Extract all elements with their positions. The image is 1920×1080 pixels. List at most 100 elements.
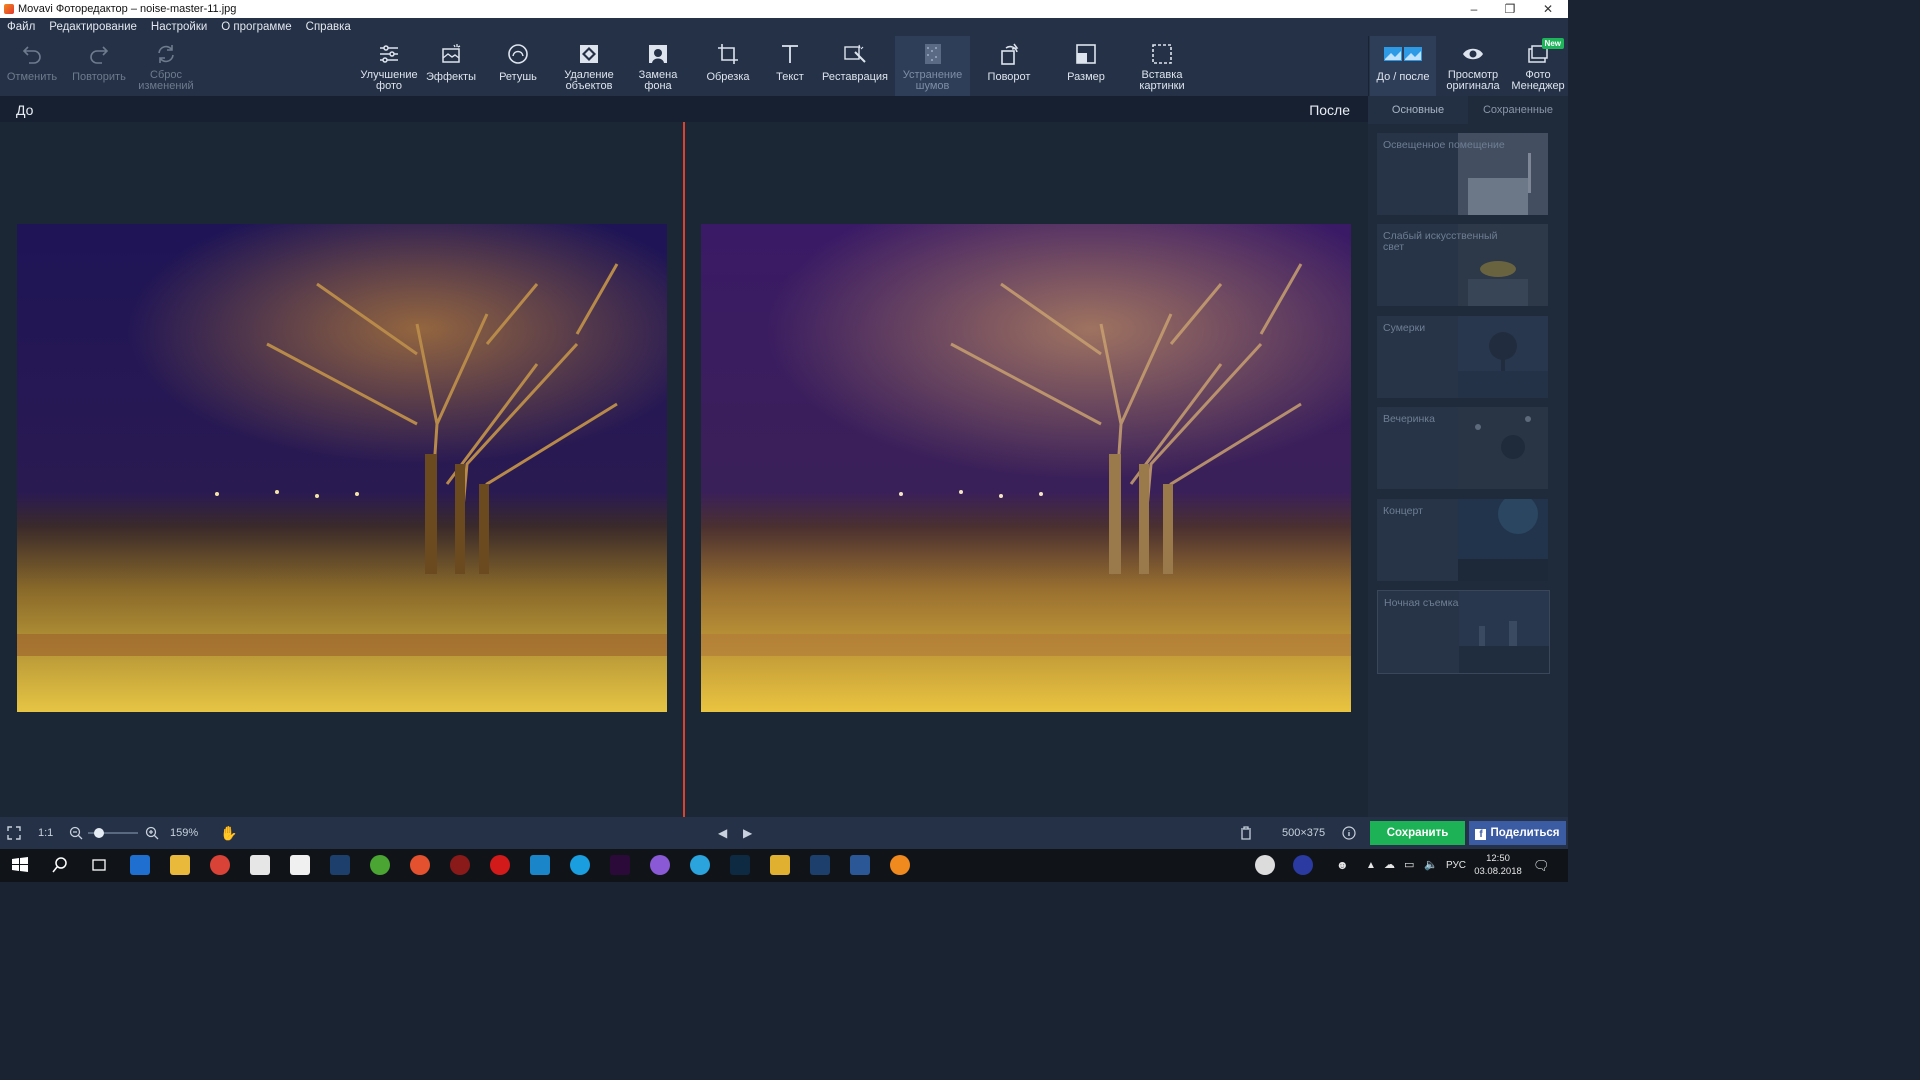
opera-icon[interactable]	[490, 855, 510, 875]
preset-weak-light[interactable]: Слабый искусственный свет	[1377, 224, 1548, 306]
people-icon[interactable]: ☻	[1336, 849, 1349, 882]
mail-icon[interactable]	[290, 855, 310, 875]
status-bar: 1:1 159% ✋ ◀ ▶ 500×375	[0, 817, 1568, 849]
preset-indoor[interactable]: Освещенное помещение	[1377, 133, 1548, 215]
tool-denoise[interactable]: Устранение шумов	[895, 36, 970, 96]
cloud-icon[interactable]: ☁	[1384, 849, 1395, 882]
preset-label: Слабый искусственный свет	[1383, 230, 1498, 253]
movavi-icon[interactable]	[890, 855, 910, 875]
edge-icon[interactable]	[130, 855, 150, 875]
tool-text[interactable]: Текст	[764, 36, 816, 96]
zoom-out-icon[interactable]	[69, 826, 83, 840]
text-icon	[782, 45, 798, 63]
zoom-in-icon[interactable]	[145, 826, 159, 840]
window-title: Movavi Фоторедактор – noise-master-11.jp…	[18, 3, 237, 15]
word-icon[interactable]	[850, 855, 870, 875]
steam-icon[interactable]	[810, 855, 830, 875]
tray-app-icon[interactable]	[1293, 855, 1313, 875]
preset-twilight[interactable]: Сумерки	[1377, 316, 1548, 398]
preset-concert[interactable]: Концерт	[1377, 499, 1548, 581]
clock-time: 12:50	[1486, 853, 1510, 864]
menu-about[interactable]: О программе	[214, 21, 298, 33]
language-indicator[interactable]: РУС	[1446, 849, 1466, 882]
tab-basic[interactable]: Основные	[1368, 96, 1468, 124]
maps-icon[interactable]	[650, 855, 670, 875]
close-button[interactable]: ✕	[1530, 0, 1566, 18]
tray-app-icon[interactable]	[1255, 855, 1275, 875]
notifications-icon[interactable]: 🗨	[1533, 849, 1550, 882]
share-button[interactable]: f Поделиться	[1469, 821, 1566, 845]
tool-effects[interactable]: Эффекты	[422, 36, 480, 96]
after-photo	[701, 224, 1351, 712]
menu-edit[interactable]: Редактирование	[42, 21, 144, 33]
tool-restoration[interactable]: Реставрация	[818, 36, 892, 96]
zoom-slider-handle[interactable]	[94, 828, 104, 838]
telegram-icon[interactable]	[690, 855, 710, 875]
photoshop-icon[interactable]	[730, 855, 750, 875]
tab-saved[interactable]: Сохраненные	[1468, 96, 1568, 124]
skype-icon[interactable]	[570, 855, 590, 875]
utorrent-icon[interactable]	[370, 855, 390, 875]
editor-canvas[interactable]	[0, 122, 1368, 817]
after-label: После	[1309, 102, 1350, 118]
preset-night-shot[interactable]: Ночная съемка	[1377, 590, 1550, 674]
before-after-button[interactable]: До / после	[1370, 36, 1436, 96]
view-original-button[interactable]: Просмотр оригинала	[1440, 36, 1506, 96]
tool-crop[interactable]: Обрезка	[698, 36, 758, 96]
chrome-icon[interactable]	[210, 855, 230, 875]
preset-label: Освещенное помещение	[1383, 139, 1505, 151]
presets-panel: Основные Сохраненные Освещенное помещени…	[1368, 96, 1568, 817]
next-image-icon[interactable]: ▶	[743, 817, 752, 849]
hand-tool-icon[interactable]: ✋	[220, 817, 237, 849]
maximize-button[interactable]: ❐	[1492, 0, 1528, 18]
tool-resize[interactable]: Размер	[1058, 36, 1114, 96]
tool-object-removal[interactable]: Удаление объектов	[556, 36, 622, 96]
steam-icon[interactable]	[330, 855, 350, 875]
preset-party[interactable]: Вечеринка	[1377, 407, 1548, 489]
tool-insert-image[interactable]: Вставка картинки	[1128, 36, 1196, 96]
menu-settings[interactable]: Настройки	[144, 21, 214, 33]
file-explorer-icon[interactable]	[170, 855, 190, 875]
before-label: До	[16, 102, 34, 118]
info-icon[interactable]	[1342, 826, 1356, 840]
undo-button[interactable]: Отменить	[2, 36, 62, 96]
menu-help[interactable]: Справка	[299, 21, 358, 33]
rotate-icon	[1001, 43, 1019, 65]
panel-tabs: Основные Сохраненные	[1368, 96, 1568, 124]
face-icon	[508, 44, 528, 64]
task-view-icon[interactable]	[89, 855, 109, 875]
volume-icon[interactable]: 🔈	[1424, 849, 1438, 882]
preset-label: Концерт	[1383, 505, 1423, 517]
zoom-value: 159%	[170, 827, 199, 839]
clock[interactable]: 12:50 03.08.2018	[1474, 852, 1522, 878]
premiere-icon[interactable]	[610, 855, 630, 875]
vegas-icon[interactable]	[530, 855, 550, 875]
compare-divider[interactable]	[683, 122, 685, 817]
store-icon[interactable]	[250, 855, 270, 875]
app-icon[interactable]	[770, 855, 790, 875]
ratio-1-1-button[interactable]: 1:1	[38, 817, 53, 849]
background-replace-icon	[649, 45, 667, 63]
menu-file[interactable]: Файл	[0, 21, 42, 33]
fullscreen-icon[interactable]	[7, 826, 21, 840]
tray-chevron-icon[interactable]: ▲	[1366, 849, 1376, 882]
tool-retouch[interactable]: Ретушь	[490, 36, 546, 96]
save-button[interactable]: Сохранить	[1370, 821, 1465, 845]
reset-changes-button[interactable]: Сброс изменений	[134, 36, 198, 96]
tool-rotate[interactable]: Поворот	[980, 36, 1038, 96]
minimize-button[interactable]: –	[1456, 0, 1492, 18]
prev-image-icon[interactable]: ◀	[718, 817, 727, 849]
app-icon	[4, 4, 14, 14]
zoom-slider[interactable]	[88, 828, 138, 838]
app-icon[interactable]	[450, 855, 470, 875]
trash-icon[interactable]	[1240, 826, 1252, 840]
redo-button[interactable]: Повторить	[66, 36, 132, 96]
network-icon[interactable]: ▭	[1404, 849, 1414, 882]
windows-start-icon[interactable]	[10, 855, 30, 875]
photo-manager-button[interactable]: New Фото Менеджер	[1508, 36, 1568, 96]
origin-icon[interactable]	[410, 855, 430, 875]
before-after-icon	[1384, 47, 1422, 61]
search-icon[interactable]	[50, 855, 70, 875]
tool-background-replace[interactable]: Замена фона	[628, 36, 688, 96]
tool-enhance[interactable]: Улучшение фото	[356, 36, 422, 96]
